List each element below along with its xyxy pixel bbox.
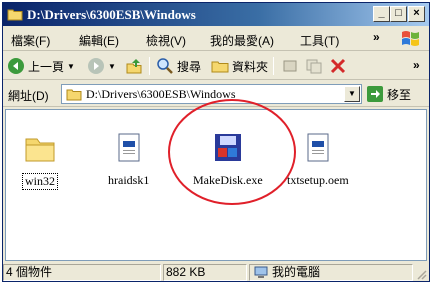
status-object-count: 4 個物件 <box>3 264 161 281</box>
menu-overflow-chevron[interactable]: » <box>373 30 380 44</box>
file-name: hraidsk1 <box>108 173 150 187</box>
address-dropdown-icon[interactable]: ▼ <box>344 86 360 102</box>
status-bar: 4 個物件 882 KB 我的電腦 <box>3 263 429 282</box>
my-computer-icon <box>254 266 268 278</box>
back-dropdown-icon[interactable]: ▼ <box>67 62 75 71</box>
copy-to-button[interactable] <box>305 56 323 76</box>
address-value: D:\Drivers\6300ESB\Windows <box>86 87 236 101</box>
title-bar[interactable]: D:\Drivers\6300ESB\Windows _ □ × <box>3 3 429 26</box>
go-label: 移至 <box>387 87 412 102</box>
back-button[interactable]: 上一頁 ▼ <box>7 56 75 76</box>
windows-logo-icon <box>398 29 424 49</box>
close-button[interactable]: × <box>408 6 425 22</box>
menu-favorites[interactable]: 我的最愛(A) <box>210 32 274 49</box>
highlight-circle <box>168 99 296 205</box>
forward-arrow-icon <box>88 58 104 74</box>
toolbar-separator <box>149 57 150 75</box>
standard-toolbar: 上一頁 ▼ ▼ 搜尋 資料夾 » <box>3 52 429 80</box>
menu-bar: 檔案(F) 編輯(E) 檢視(V) 我的最愛(A) 工具(T) » <box>3 27 429 51</box>
go-button[interactable]: 移至 <box>366 85 411 103</box>
search-button[interactable]: 搜尋 <box>156 56 201 76</box>
search-icon <box>157 58 173 74</box>
search-label: 搜尋 <box>177 59 202 74</box>
delete-icon <box>330 58 346 74</box>
move-to-button[interactable] <box>282 56 300 76</box>
folder-icon <box>66 87 82 104</box>
menu-tools[interactable]: 工具(T) <box>300 32 339 49</box>
status-size: 882 KB <box>163 264 247 281</box>
document-icon <box>307 133 329 162</box>
copy-to-icon <box>306 59 322 74</box>
back-label: 上一頁 <box>28 59 65 74</box>
forward-button[interactable]: ▼ <box>87 56 116 76</box>
folders-icon <box>211 61 229 73</box>
menu-file[interactable]: 檔案(F) <box>11 32 50 49</box>
back-arrow-icon <box>8 58 24 74</box>
file-item-txtsetup[interactable]: txtsetup.oem <box>287 132 349 188</box>
explorer-window: D:\Drivers\6300ESB\Windows _ □ × 檔案(F) 編… <box>2 2 430 282</box>
folders-button[interactable]: 資料夾 <box>211 56 268 76</box>
menu-view[interactable]: 檢視(V) <box>146 32 186 49</box>
status-location-label: 我的電腦 <box>272 265 321 279</box>
toolbar-separator <box>273 57 274 75</box>
file-name: txtsetup.oem <box>287 173 349 187</box>
toolbar-overflow-chevron[interactable]: » <box>413 58 420 72</box>
address-label: 網址(D) <box>8 89 49 103</box>
status-location: 我的電腦 <box>249 264 413 281</box>
forward-dropdown-icon[interactable]: ▼ <box>108 62 116 71</box>
menu-edit[interactable]: 編輯(E) <box>79 32 119 49</box>
document-icon <box>118 133 140 162</box>
file-item-win32[interactable]: win32 <box>22 132 58 190</box>
maximize-button[interactable]: □ <box>390 6 407 22</box>
file-name: win32 <box>22 173 58 190</box>
window-title: D:\Drivers\6300ESB\Windows <box>27 7 196 22</box>
up-folder-icon <box>126 59 142 74</box>
file-list-pane[interactable]: win32 hraidsk1 MakeDisk.exe txtsetup.oem <box>5 99 427 261</box>
folder-icon <box>7 7 23 21</box>
delete-button[interactable] <box>329 56 347 76</box>
up-folder-button[interactable] <box>125 56 143 76</box>
move-to-icon <box>283 60 297 72</box>
file-item-hraidsk1[interactable]: hraidsk1 <box>108 132 149 188</box>
minimize-button[interactable]: _ <box>373 6 390 22</box>
folders-label: 資料夾 <box>232 59 269 74</box>
go-arrow-icon <box>367 86 383 102</box>
resize-grip-icon[interactable] <box>415 268 427 280</box>
folder-icon <box>25 138 55 162</box>
